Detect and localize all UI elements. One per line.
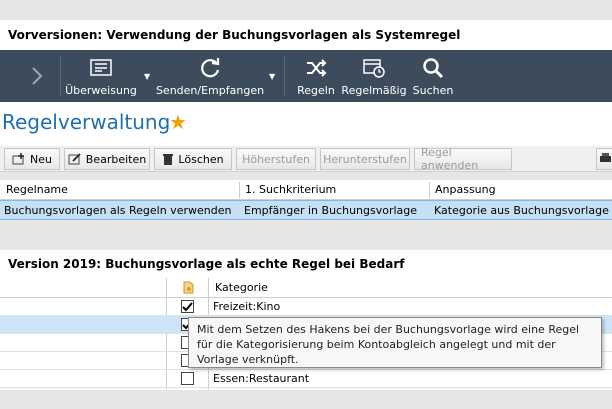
priority-down-label: Herunterstufen — [323, 152, 407, 166]
apply-rule-button[interactable]: Regel anwenden — [414, 146, 512, 172]
adjustment-cell: Kategorie aus Buchungsvorlage — [434, 204, 609, 217]
column-header-search-criterion[interactable]: 1. Suchkriterium — [241, 180, 427, 200]
send-receive-dropdown-icon[interactable]: ▼ — [269, 72, 275, 81]
rules-label: Regeln — [297, 83, 335, 97]
checkbox-tooltip: Mit dem Setzen des Hakens bei der Buchun… — [188, 317, 602, 368]
recurring-button[interactable]: Regelmäßig — [341, 50, 407, 102]
use-as-rule-checkbox[interactable] — [181, 372, 194, 385]
table-row[interactable]: Buchungsvorlagen als Regeln verwenden Em… — [0, 200, 612, 220]
send-receive-button[interactable]: Senden/Empfangen — [155, 50, 265, 102]
section-heading-version-2019: Version 2019: Buchungsvorlage als echte … — [0, 250, 612, 278]
bottom-area — [0, 390, 612, 409]
rules-table-header: Regelname 1. Suchkriterium Anpassung — [0, 180, 612, 200]
column-separator[interactable] — [429, 182, 430, 198]
priority-up-label: Höherstufen — [242, 152, 310, 166]
transfer-label: Überweisung — [65, 83, 137, 97]
column-header-adjustment[interactable]: Anpassung — [431, 180, 611, 200]
page-title: Regelverwaltung — [2, 110, 171, 134]
toolbar-separator — [284, 56, 285, 96]
table-row[interactable]: Freizeit:Kino — [0, 298, 612, 316]
toolbar-separator — [60, 56, 61, 96]
rule-name-cell: Buchungsvorlagen als Regeln verwenden — [4, 204, 232, 217]
table-row[interactable]: Essen:Restaurant — [0, 370, 612, 388]
recurring-icon — [362, 56, 386, 80]
rules-table: Regelname 1. Suchkriterium Anpassung Buc… — [0, 180, 612, 220]
delete-button[interactable]: Löschen — [154, 148, 232, 170]
use-as-rule-checkbox[interactable] — [181, 300, 194, 313]
column-header-rule-name[interactable]: Regelname — [2, 180, 236, 200]
search-criterion-cell: Empfänger in Buchungsvorlage — [244, 204, 418, 217]
new-icon — [12, 153, 26, 165]
category-cell: Essen:Restaurant — [213, 372, 310, 385]
print-button[interactable] — [596, 148, 612, 170]
send-receive-label: Senden/Empfangen — [155, 83, 265, 97]
command-bar: Neu Bearbeiten Löschen Höherstufen Herun… — [0, 146, 612, 172]
edit-label: Bearbeiten — [85, 152, 147, 166]
search-icon — [422, 56, 444, 80]
chevron-right-icon[interactable] — [28, 62, 46, 90]
favorite-star-icon[interactable]: ★ — [169, 110, 187, 134]
category-cell: Freizeit:Kino — [213, 300, 281, 313]
delete-label: Löschen — [178, 152, 224, 166]
new-button[interactable]: Neu — [4, 148, 60, 170]
column-header-category[interactable]: Kategorie — [215, 281, 268, 294]
transfer-dropdown-icon[interactable]: ▼ — [144, 72, 150, 81]
template-table-header: Kategorie — [0, 278, 612, 298]
apply-rule-label: Regel anwenden — [421, 146, 479, 172]
printer-icon — [599, 152, 611, 167]
column-separator[interactable] — [239, 182, 240, 198]
search-button[interactable]: Suchen — [410, 50, 456, 102]
pencil-icon — [68, 153, 82, 165]
priority-up-button[interactable]: Höherstufen — [236, 148, 316, 170]
template-rule-icon — [183, 281, 194, 297]
shuffle-icon — [305, 56, 327, 80]
transfer-button[interactable]: Überweisung — [65, 50, 137, 102]
edit-button[interactable]: Bearbeiten — [64, 148, 150, 170]
refresh-icon — [198, 56, 222, 80]
priority-down-button[interactable]: Herunterstufen — [320, 148, 410, 170]
new-label: Neu — [30, 152, 52, 166]
trash-icon — [162, 153, 174, 165]
section-heading-previous-versions: Vorversionen: Verwendung der Buchungsvor… — [0, 20, 612, 50]
main-toolbar: Überweisung ▼ Senden/Empfangen ▼ Regeln … — [0, 50, 612, 102]
recurring-label: Regelmäßig — [341, 83, 407, 97]
rules-button[interactable]: Regeln — [294, 50, 338, 102]
search-label: Suchen — [412, 83, 454, 97]
transfer-icon — [90, 56, 112, 80]
